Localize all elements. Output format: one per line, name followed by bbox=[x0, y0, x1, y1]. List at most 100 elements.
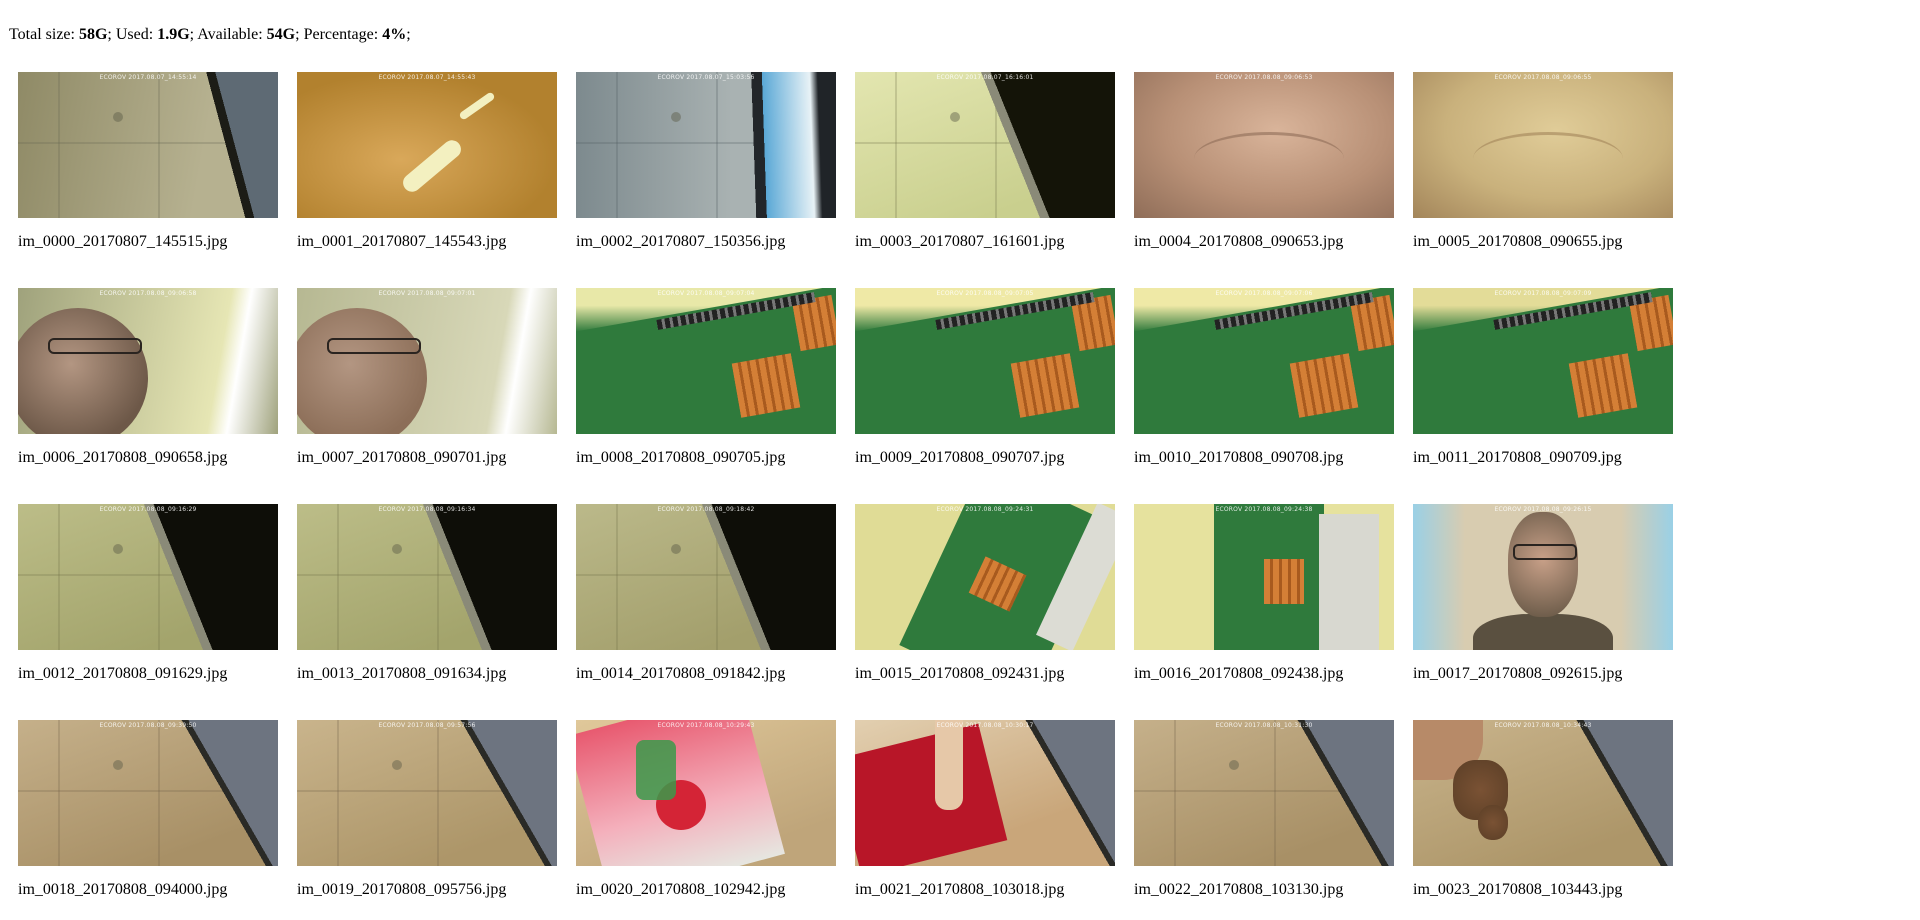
photo-scene-shape bbox=[1473, 614, 1613, 650]
photo-filename-label[interactable]: im_0008_20170808_090705.jpg bbox=[576, 448, 785, 468]
photo-scene-shape bbox=[1513, 544, 1577, 560]
photo-scene-shape bbox=[18, 308, 148, 434]
photo-thumbnail[interactable]: ECOROV 2017.08.08_10:29:43 bbox=[576, 720, 836, 866]
photo-thumbnail[interactable]: ECOROV 2017.08.08_09:24:38 bbox=[1134, 504, 1394, 650]
photo-filename-label[interactable]: im_0004_20170808_090653.jpg bbox=[1134, 232, 1343, 252]
photo-filename-label[interactable]: im_0018_20170808_094000.jpg bbox=[18, 880, 227, 900]
photo-filename-label[interactable]: im_0001_20170807_145543.jpg bbox=[297, 232, 506, 252]
photo-thumbnail[interactable]: ECOROV 2017.08.08_10:34:43 bbox=[1413, 720, 1673, 866]
photo-filename-label[interactable]: im_0014_20170808_091842.jpg bbox=[576, 664, 785, 684]
photo-timestamp-overlay: ECOROV 2017.08.08_09:07:06 bbox=[1215, 290, 1313, 297]
photo-item[interactable]: ECOROV 2017.08.08_09:26:15 im_0017_201708… bbox=[1413, 504, 1673, 704]
photo-thumbnail[interactable]: ECOROV 2017.08.08_09:07:09 bbox=[1413, 288, 1673, 434]
photo-scene-shape bbox=[1194, 132, 1344, 185]
photo-item[interactable]: ECOROV 2017.08.08_09:07:01 im_0007_201708… bbox=[297, 288, 557, 488]
photo-scene-shape bbox=[327, 338, 421, 354]
photo-item[interactable]: ECOROV 2017.08.08_09:18:42 im_0014_201708… bbox=[576, 504, 836, 704]
photo-filename-label[interactable]: im_0023_20170808_103443.jpg bbox=[1413, 880, 1622, 900]
photo-item[interactable]: ECOROV 2017.08.08_10:30:17 im_0021_201708… bbox=[855, 720, 1115, 920]
photo-filename-label[interactable]: im_0022_20170808_103130.jpg bbox=[1134, 880, 1343, 900]
photo-thumbnail[interactable]: ECOROV 2017.08.08_09:07:06 bbox=[1134, 288, 1394, 434]
photo-item[interactable]: ECOROV 2017.08.08_09:24:38 im_0016_201708… bbox=[1134, 504, 1394, 704]
photo-scene-shape bbox=[48, 338, 142, 354]
used-label: ; Used: bbox=[107, 26, 158, 43]
photo-thumbnail[interactable]: ECOROV 2017.08.08_09:07:05 bbox=[855, 288, 1115, 434]
photo-item[interactable]: ECOROV 2017.08.08_10:31:30 im_0022_201708… bbox=[1134, 720, 1394, 920]
photo-timestamp-overlay: ECOROV 2017.08.07_14:55:14 bbox=[99, 74, 197, 81]
photo-thumbnail[interactable]: ECOROV 2017.08.08_10:30:17 bbox=[855, 720, 1115, 866]
photo-item[interactable]: ECOROV 2017.08.08_09:07:06 im_0010_201708… bbox=[1134, 288, 1394, 488]
photo-timestamp-overlay: ECOROV 2017.08.08_10:34:43 bbox=[1494, 722, 1592, 729]
photo-item[interactable]: ECOROV 2017.08.08_09:06:58 im_0006_201708… bbox=[18, 288, 278, 488]
used-value: 1.9G bbox=[157, 26, 190, 43]
photo-filename-label[interactable]: im_0020_20170808_102942.jpg bbox=[576, 880, 785, 900]
photo-filename-label[interactable]: im_0019_20170808_095756.jpg bbox=[297, 880, 506, 900]
photo-filename-label[interactable]: im_0002_20170807_150356.jpg bbox=[576, 232, 785, 252]
photo-filename-label[interactable]: im_0016_20170808_092438.jpg bbox=[1134, 664, 1343, 684]
photo-thumbnail[interactable]: ECOROV 2017.08.08_09:06:55 bbox=[1413, 72, 1673, 218]
photo-item[interactable]: ECOROV 2017.08.07_16:16:01 im_0003_201708… bbox=[855, 72, 1115, 272]
photo-thumbnail[interactable]: ECOROV 2017.08.07_15:03:56 bbox=[576, 72, 836, 218]
photo-item[interactable]: ECOROV 2017.08.08_09:24:31 im_0015_201708… bbox=[855, 504, 1115, 704]
photo-filename-label[interactable]: im_0009_20170808_090707.jpg bbox=[855, 448, 1064, 468]
photo-scene-shape bbox=[1010, 353, 1080, 418]
photo-thumbnail[interactable]: ECOROV 2017.08.08_09:06:53 bbox=[1134, 72, 1394, 218]
photo-filename-label[interactable]: im_0003_20170807_161601.jpg bbox=[855, 232, 1064, 252]
photo-timestamp-overlay: ECOROV 2017.08.08_09:26:15 bbox=[1494, 506, 1592, 513]
photo-thumbnail[interactable]: ECOROV 2017.08.07_16:16:01 bbox=[855, 72, 1115, 218]
percentage-value: 4% bbox=[382, 26, 407, 43]
photo-thumbnail[interactable]: ECOROV 2017.08.08_09:24:31 bbox=[855, 504, 1115, 650]
photo-filename-label[interactable]: im_0011_20170808_090709.jpg bbox=[1413, 448, 1622, 468]
photo-item[interactable]: ECOROV 2017.08.07_14:55:43 im_0001_201708… bbox=[297, 72, 557, 272]
photo-item[interactable]: ECOROV 2017.08.08_09:06:55 im_0005_201708… bbox=[1413, 72, 1673, 272]
photo-scene-shape bbox=[576, 504, 836, 650]
photo-thumbnail[interactable]: ECOROV 2017.08.08_10:31:30 bbox=[1134, 720, 1394, 866]
photo-item[interactable]: ECOROV 2017.08.08_09:07:09 im_0011_201708… bbox=[1413, 288, 1673, 488]
photo-filename-label[interactable]: im_0010_20170808_090708.jpg bbox=[1134, 448, 1343, 468]
photo-thumbnail[interactable]: ECOROV 2017.08.08_09:57:56 bbox=[297, 720, 557, 866]
photo-thumbnail[interactable]: ECOROV 2017.08.08_09:26:15 bbox=[1413, 504, 1673, 650]
photo-timestamp-overlay: ECOROV 2017.08.07_15:03:56 bbox=[657, 74, 755, 81]
photo-thumbnail[interactable]: ECOROV 2017.08.08_09:06:58 bbox=[18, 288, 278, 434]
photo-filename-label[interactable]: im_0021_20170808_103018.jpg bbox=[855, 880, 1064, 900]
photo-filename-label[interactable]: im_0006_20170808_090658.jpg bbox=[18, 448, 227, 468]
photo-thumbnail[interactable]: ECOROV 2017.08.08_09:07:04 bbox=[576, 288, 836, 434]
photo-timestamp-overlay: ECOROV 2017.08.08_09:16:34 bbox=[378, 506, 476, 513]
photo-item[interactable]: ECOROV 2017.08.08_09:06:53 im_0004_201708… bbox=[1134, 72, 1394, 272]
photo-thumbnail[interactable]: ECOROV 2017.08.07_14:55:43 bbox=[297, 72, 557, 218]
photo-timestamp-overlay: ECOROV 2017.08.08_09:16:29 bbox=[99, 506, 197, 513]
photo-thumbnail[interactable]: ECOROV 2017.08.08_09:39:50 bbox=[18, 720, 278, 866]
photo-thumbnail[interactable]: ECOROV 2017.08.08_09:16:34 bbox=[297, 504, 557, 650]
photo-item[interactable]: ECOROV 2017.08.08_10:34:43 im_0023_201708… bbox=[1413, 720, 1673, 920]
photo-item[interactable]: ECOROV 2017.08.08_09:07:05 im_0009_201708… bbox=[855, 288, 1115, 488]
photo-item[interactable]: ECOROV 2017.08.07_14:55:14 im_0000_201708… bbox=[18, 72, 278, 272]
photo-timestamp-overlay: ECOROV 2017.08.08_09:06:58 bbox=[99, 290, 197, 297]
photo-item[interactable]: ECOROV 2017.08.07_15:03:56 im_0002_201708… bbox=[576, 72, 836, 272]
photo-item[interactable]: ECOROV 2017.08.08_09:57:56 im_0019_201708… bbox=[297, 720, 557, 920]
photo-filename-label[interactable]: im_0017_20170808_092615.jpg bbox=[1413, 664, 1622, 684]
photo-item[interactable]: ECOROV 2017.08.08_09:16:29 im_0012_201708… bbox=[18, 504, 278, 704]
disk-usage-summary: Total size: 58G; Used: 1.9G; Available: … bbox=[9, 25, 411, 45]
photo-item[interactable]: ECOROV 2017.08.08_09:07:04 im_0008_201708… bbox=[576, 288, 836, 488]
photo-scene-shape bbox=[297, 308, 427, 434]
photo-filename-label[interactable]: im_0013_20170808_091634.jpg bbox=[297, 664, 506, 684]
photo-thumbnail[interactable]: ECOROV 2017.08.08_09:18:42 bbox=[576, 504, 836, 650]
photo-filename-label[interactable]: im_0007_20170808_090701.jpg bbox=[297, 448, 506, 468]
percentage-label: ; Percentage: bbox=[295, 26, 383, 43]
photo-item[interactable]: ECOROV 2017.08.08_09:39:50 im_0018_201708… bbox=[18, 720, 278, 920]
available-label: ; Available: bbox=[189, 26, 267, 43]
photo-timestamp-overlay: ECOROV 2017.08.08_09:07:09 bbox=[1494, 290, 1592, 297]
photo-thumbnail[interactable]: ECOROV 2017.08.08_09:16:29 bbox=[18, 504, 278, 650]
photo-filename-label[interactable]: im_0005_20170808_090655.jpg bbox=[1413, 232, 1622, 252]
photo-filename-label[interactable]: im_0012_20170808_091629.jpg bbox=[18, 664, 227, 684]
photo-timestamp-overlay: ECOROV 2017.08.08_09:07:04 bbox=[657, 290, 755, 297]
photo-item[interactable]: ECOROV 2017.08.08_09:16:34 im_0013_201708… bbox=[297, 504, 557, 704]
photo-timestamp-overlay: ECOROV 2017.08.08_09:57:56 bbox=[378, 722, 476, 729]
photo-thumbnail[interactable]: ECOROV 2017.08.07_14:55:14 bbox=[18, 72, 278, 218]
photo-scene-shape bbox=[576, 72, 836, 218]
photo-timestamp-overlay: ECOROV 2017.08.07_16:16:01 bbox=[936, 74, 1034, 81]
photo-thumbnail[interactable]: ECOROV 2017.08.08_09:07:01 bbox=[297, 288, 557, 434]
photo-filename-label[interactable]: im_0015_20170808_092431.jpg bbox=[855, 664, 1064, 684]
photo-filename-label[interactable]: im_0000_20170807_145515.jpg bbox=[18, 232, 227, 252]
photo-item[interactable]: ECOROV 2017.08.08_10:29:43 im_0020_201708… bbox=[576, 720, 836, 920]
